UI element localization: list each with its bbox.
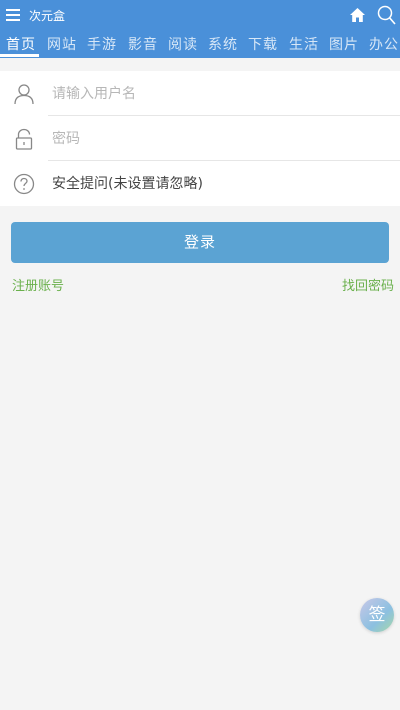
register-link[interactable]: 注册账号 xyxy=(12,279,64,295)
username-field[interactable]: 请输入用户名 xyxy=(0,71,400,116)
app-title: 次元盒 xyxy=(29,9,66,23)
login-form: 请输入用户名 密码 安全提问(未设置请忽略) xyxy=(0,71,400,206)
tab-life[interactable]: 生活 xyxy=(289,35,319,55)
app-header: 次元盒 首页 网站 手游 影音 阅读 系统 下载 生活 图片 办公 xyxy=(0,0,400,58)
security-question-select[interactable]: 安全提问(未设置请忽略) xyxy=(52,174,203,194)
tab-downloads[interactable]: 下载 xyxy=(248,35,278,55)
tab-reading[interactable]: 阅读 xyxy=(168,35,198,55)
menu-icon[interactable] xyxy=(6,9,20,21)
password-input[interactable]: 密码 xyxy=(52,129,80,149)
tab-office[interactable]: 办公 xyxy=(369,35,399,55)
lock-icon xyxy=(15,128,33,150)
username-input[interactable]: 请输入用户名 xyxy=(52,84,136,104)
tab-images[interactable]: 图片 xyxy=(329,35,359,55)
user-icon xyxy=(14,84,34,105)
login-button[interactable]: 登录 xyxy=(11,222,389,263)
home-icon[interactable] xyxy=(350,8,365,22)
tab-websites[interactable]: 网站 xyxy=(47,35,77,55)
tab-system[interactable]: 系统 xyxy=(208,35,238,55)
category-tabs: 首页 网站 手游 影音 阅读 系统 下载 生活 图片 办公 xyxy=(0,32,400,58)
tab-home[interactable]: 首页 xyxy=(6,35,36,55)
search-icon[interactable] xyxy=(377,5,396,25)
password-field[interactable]: 密码 xyxy=(0,116,400,161)
sign-in-float-button[interactable]: 签 xyxy=(360,598,394,632)
top-bar: 次元盒 xyxy=(0,0,400,32)
tab-media[interactable]: 影音 xyxy=(128,35,158,55)
question-icon xyxy=(13,173,35,195)
active-tab-indicator xyxy=(0,54,39,57)
forgot-password-link[interactable]: 找回密码 xyxy=(342,279,394,295)
tab-mobile-games[interactable]: 手游 xyxy=(87,35,117,55)
security-question-field[interactable]: 安全提问(未设置请忽略) xyxy=(0,161,400,206)
